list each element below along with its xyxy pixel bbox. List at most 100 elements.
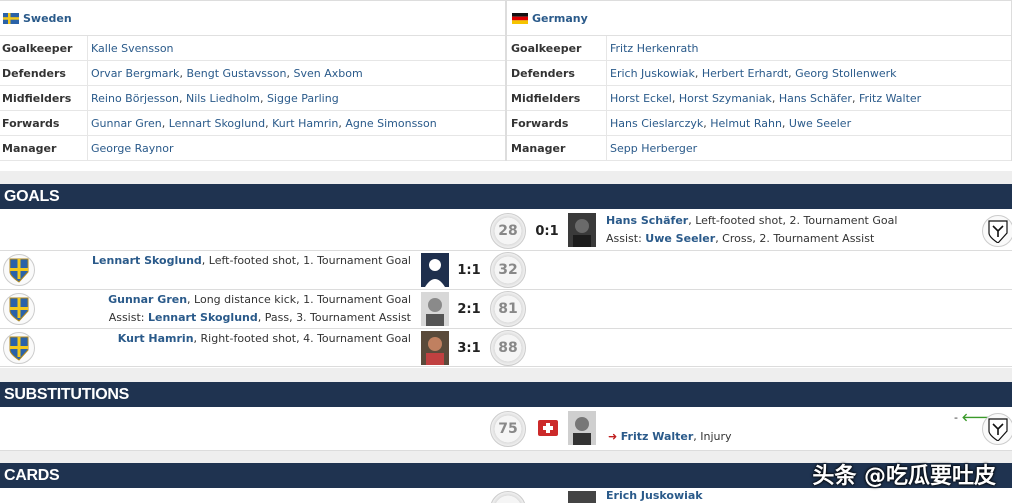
player-link[interactable]: Sven Axbom [293, 67, 362, 80]
minute-clock: 88 [490, 330, 526, 366]
goal-text: Lennart Skoglund, Left-footed shot, 1. T… [92, 254, 411, 267]
lineup-role: Defenders [0, 61, 88, 85]
goal-score: 0:1 [535, 224, 559, 239]
lineup-role: Manager [507, 136, 607, 160]
card-text: Erich Juskowiak [606, 488, 703, 503]
away-team-name[interactable]: Germany [532, 12, 588, 25]
goal-score: 2:1 [457, 302, 481, 317]
player-link[interactable]: Herbert Erhardt [702, 67, 788, 80]
player-link[interactable]: Horst Eckel [610, 92, 672, 105]
lineup-players: Horst Eckel, Horst Szymaniak, Hans Schäf… [607, 92, 921, 105]
lineup-players: Erich Juskowiak, Herbert Erhardt, Georg … [607, 67, 897, 80]
minute-clock: 32 [490, 252, 526, 288]
goal-score: 3:1 [457, 341, 481, 356]
lineup-row: Defenders Erich Juskowiak, Herbert Erhard… [507, 61, 1011, 86]
player-photo[interactable] [568, 411, 596, 445]
player-link[interactable]: Kurt Hamrin [272, 117, 338, 130]
card-row: Erich Juskowiak [0, 488, 1012, 503]
sub-out-arrow-icon: ➜ [608, 430, 618, 443]
separator: , [259, 91, 267, 105]
lineup-players: Reino Börjesson, Nils Liedholm, Sigge Pa… [88, 92, 339, 105]
lineup-row: Goalkeeper Kalle Svensson [0, 36, 505, 61]
player-photo[interactable] [421, 331, 449, 365]
home-lineup: Sweden Goalkeeper Kalle Svensson Defenders… [0, 1, 506, 161]
separator: , [771, 91, 779, 105]
player-link[interactable]: Fritz Walter [859, 92, 921, 105]
separator: , [694, 66, 702, 80]
goals-title: GOALS [4, 187, 60, 205]
separator: , [178, 91, 186, 105]
lineup-players: Kalle Svensson [88, 42, 174, 55]
lineup-row: Midfielders Reino Börjesson, Nils Liedhol… [0, 86, 505, 111]
goal-text: Kurt Hamrin, Right-footed shot, 4. Tourn… [117, 332, 411, 345]
goal-row: 28 0:1 Hans Schäfer, Left-footed shot, 2… [0, 210, 1012, 251]
minute-clock: 28 [490, 213, 526, 249]
lineup-row: Midfielders Horst Eckel, Horst Szymaniak,… [507, 86, 1011, 111]
player-link[interactable]: Agne Simonsson [345, 117, 436, 130]
player-link[interactable]: Uwe Seeler [789, 117, 851, 130]
goal-row: Kurt Hamrin, Right-footed shot, 4. Tourn… [0, 329, 1012, 367]
lineup-players: Sepp Herberger [607, 142, 697, 155]
goals-section-header: GOALS [0, 184, 1012, 209]
home-team-header: Sweden [0, 1, 505, 36]
player-link[interactable]: Georg Stollenwerk [795, 67, 896, 80]
player-link[interactable]: Sepp Herberger [610, 142, 697, 155]
player-link[interactable]: Hans Cieslarczyk [610, 117, 703, 130]
lineup-row: Goalkeeper Fritz Herkenrath [507, 36, 1011, 61]
player-link[interactable]: Lennart Skoglund [169, 117, 265, 130]
player-link[interactable]: Gunnar Gren [91, 117, 162, 130]
lineup-role: Midfielders [507, 86, 607, 110]
lineup-row: Forwards Hans Cieslarczyk, Helmut Rahn, U… [507, 111, 1011, 136]
lineup-row: Manager Sepp Herberger [507, 136, 1011, 161]
section-spacer [0, 368, 1012, 382]
assist-link[interactable]: Uwe Seeler [645, 232, 715, 245]
player-link[interactable]: Fritz Herkenrath [610, 42, 699, 55]
lineup-role: Forwards [0, 111, 88, 135]
scorer-link[interactable]: Lennart Skoglund [92, 254, 202, 267]
sweden-flag-icon [3, 12, 19, 24]
player-photo[interactable] [568, 491, 596, 503]
lineup-role: Manager [0, 136, 88, 160]
player-link[interactable]: Nils Liedholm [186, 92, 260, 105]
scorer-link[interactable]: Gunnar Gren [108, 293, 187, 306]
lineup-players: Hans Cieslarczyk, Helmut Rahn, Uwe Seele… [607, 117, 851, 130]
player-link[interactable]: Helmut Rahn [710, 117, 782, 130]
player-photo[interactable] [421, 292, 449, 326]
lineup-role: Goalkeeper [507, 36, 607, 60]
lineup-players: Fritz Herkenrath [607, 42, 699, 55]
goal-score: 1:1 [457, 263, 481, 278]
injury-icon [538, 420, 558, 436]
assist-link[interactable]: Lennart Skoglund [148, 311, 258, 324]
scorer-link[interactable]: Kurt Hamrin [118, 332, 194, 345]
minute-clock [490, 491, 526, 503]
section-spacer [0, 171, 1012, 184]
lineup-players: Orvar Bergmark, Bengt Gustavsson, Sven A… [88, 67, 363, 80]
lineup-role: Midfielders [0, 86, 88, 110]
player-link[interactable]: George Raynor [91, 142, 173, 155]
player-link[interactable]: Erich Juskowiak [610, 67, 695, 80]
away-team-header: Germany [507, 1, 1011, 36]
sub-out-player-link[interactable]: Fritz Walter [621, 430, 694, 443]
lineup-role: Goalkeeper [0, 36, 88, 60]
player-link[interactable]: Kalle Svensson [91, 42, 174, 55]
separator: , [781, 116, 789, 130]
germany-crest-icon [982, 413, 1012, 445]
card-player-link[interactable]: Erich Juskowiak [606, 489, 703, 502]
player-link[interactable]: Hans Schäfer [779, 92, 852, 105]
lineups-table: Sweden Goalkeeper Kalle Svensson Defenders… [0, 0, 1012, 161]
lineup-row: Forwards Gunnar Gren, Lennart Skoglund, K… [0, 111, 505, 136]
watermark-text: 头条 @吃瓜要吐皮 [812, 464, 996, 489]
home-team-name[interactable]: Sweden [23, 12, 72, 25]
player-photo[interactable] [568, 213, 596, 247]
sub-out-text: ➜ Fritz Walter, Injury [608, 430, 732, 443]
player-link[interactable]: Sigge Parling [267, 92, 339, 105]
player-link[interactable]: Orvar Bergmark [91, 67, 179, 80]
goal-text: Hans Schäfer, Left-footed shot, 2. Tourn… [606, 214, 898, 245]
player-link[interactable]: Horst Szymaniak [679, 92, 772, 105]
away-lineup: Germany Goalkeeper Fritz Herkenrath Defend… [506, 1, 1012, 161]
scorer-link[interactable]: Hans Schäfer [606, 214, 688, 227]
player-link[interactable]: Reino Börjesson [91, 92, 179, 105]
player-link[interactable]: Bengt Gustavsson [186, 67, 286, 80]
player-photo[interactable] [421, 253, 449, 287]
sweden-crest-icon [3, 254, 35, 286]
